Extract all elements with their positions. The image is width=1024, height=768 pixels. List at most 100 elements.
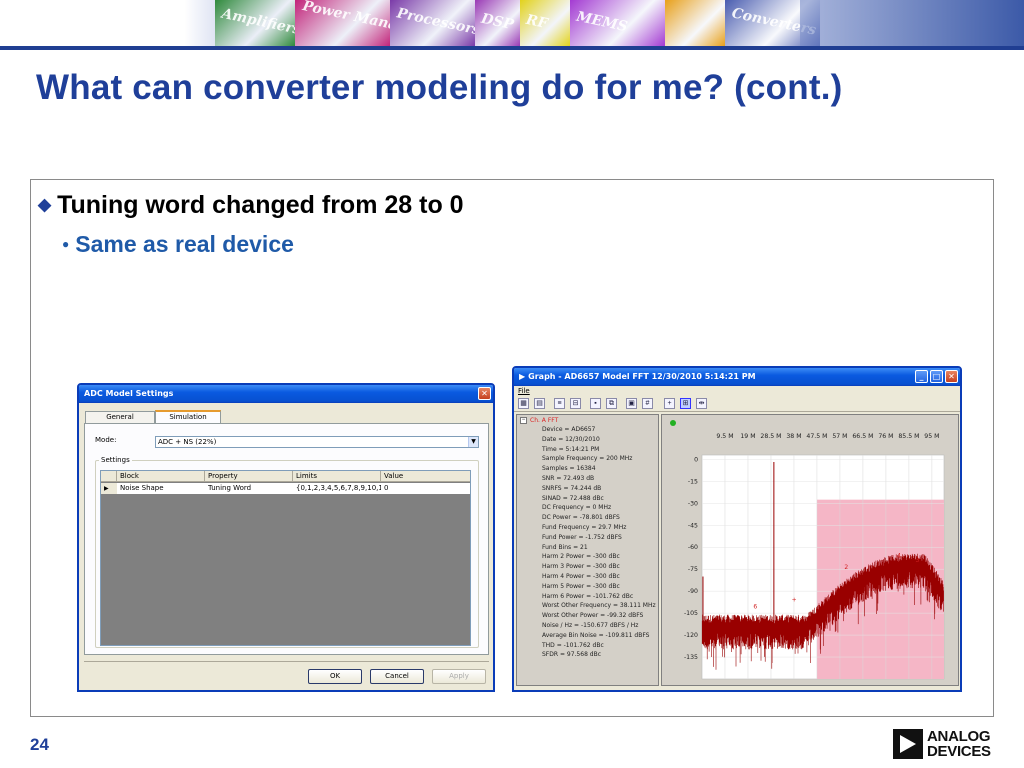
split-icon[interactable]: ⊟ bbox=[570, 398, 581, 409]
list-icon[interactable]: ≡ bbox=[554, 398, 565, 409]
graph-window-icon: ▶ bbox=[519, 372, 526, 381]
tree-item[interactable]: DC Power = -78.801 dBFS bbox=[542, 513, 620, 522]
grid-header: Block Property Limits Value bbox=[101, 471, 470, 482]
tree-item[interactable]: Fund Bins = 21 bbox=[542, 543, 588, 552]
dot-bullet-icon: ● bbox=[62, 237, 70, 251]
banner-tile: Processors bbox=[390, 0, 475, 46]
tree-item[interactable]: Worst Other Frequency = 38.111 MHz bbox=[542, 601, 656, 610]
ok-button[interactable]: OK bbox=[308, 669, 362, 684]
banner-rule bbox=[0, 46, 1024, 50]
x-tick-label: 47.5 M bbox=[806, 433, 827, 440]
cell-value[interactable]: 0 bbox=[381, 483, 472, 494]
tree-item[interactable]: SINAD = 72.488 dBc bbox=[542, 494, 604, 503]
slide-title: What can converter modeling do for me? (… bbox=[36, 68, 843, 107]
settings-grid: Block Property Limits Value ▶ Noise Shap… bbox=[100, 470, 471, 646]
logo-mark-icon bbox=[893, 729, 923, 759]
mode-select[interactable]: ADC + NS (22%) ▼ bbox=[155, 436, 479, 448]
tree-item[interactable]: Noise / Hz = -150.677 dBFS / Hz bbox=[542, 621, 638, 630]
harmonic-marker: + bbox=[792, 596, 797, 603]
harmonic-marker: 6 bbox=[753, 604, 757, 611]
mode-label: Mode: bbox=[95, 436, 117, 444]
menu-file[interactable]: File bbox=[518, 387, 530, 395]
graph-window-titlebar[interactable]: ▶ Graph - AD6657 Model FFT 12/30/2010 5:1… bbox=[514, 368, 960, 386]
analog-devices-logo: ANALOG DEVICES bbox=[893, 729, 997, 761]
close-icon[interactable]: ✕ bbox=[478, 387, 491, 400]
column-header-property[interactable]: Property bbox=[205, 471, 293, 482]
column-header-limits[interactable]: Limits bbox=[293, 471, 381, 482]
tree-item[interactable]: Harm 5 Power = -300 dBc bbox=[542, 582, 620, 591]
graph-window-title: Graph - AD6657 Model FFT 12/30/2010 5:14… bbox=[528, 372, 756, 381]
close-icon[interactable]: ✕ bbox=[945, 370, 958, 383]
grid-header-marker bbox=[101, 471, 117, 482]
chevron-down-icon[interactable]: ▼ bbox=[468, 437, 478, 447]
adc-window-titlebar[interactable]: ADC Model Settings ✕ bbox=[79, 385, 493, 403]
cell-limits[interactable]: {0,1,2,3,4,5,6,7,8,9,10,1 bbox=[293, 483, 381, 494]
tree-item[interactable]: Harm 4 Power = -300 dBc bbox=[542, 572, 620, 581]
banner-tile: Amplifiers bbox=[215, 0, 295, 46]
tree-item[interactable]: SFDR = 97.568 dBc bbox=[542, 650, 601, 659]
column-header-value[interactable]: Value bbox=[381, 471, 472, 482]
table-icon[interactable]: ▤ bbox=[534, 398, 545, 409]
tree-item[interactable]: Average Bin Noise = -109.811 dBFS bbox=[542, 631, 650, 640]
collapse-icon[interactable]: − bbox=[520, 417, 527, 424]
y-tick-label: -120 bbox=[684, 632, 698, 639]
tree-item[interactable]: Fund Frequency = 29.7 MHz bbox=[542, 523, 626, 532]
cursor-icon[interactable]: + bbox=[664, 398, 675, 409]
y-tick-label: -75 bbox=[688, 566, 698, 573]
table-row[interactable]: ▶ Noise Shape Tuning Word {0,1,2,3,4,5,6… bbox=[101, 483, 470, 494]
tree-item[interactable]: THD = -101.762 dBc bbox=[542, 641, 604, 650]
logo-line-2: DEVICES bbox=[927, 743, 991, 760]
banner-tile-label: RF bbox=[524, 11, 550, 33]
banner-tile-label: Processors bbox=[395, 5, 475, 39]
save-icon[interactable]: ▪ bbox=[590, 398, 601, 409]
tree-item[interactable]: SNR = 72.493 dB bbox=[542, 474, 594, 483]
tree-item[interactable]: Worst Other Power = -99.32 dBFS bbox=[542, 611, 643, 620]
y-tick-label: -15 bbox=[688, 478, 698, 485]
fft-plot-panel: 9.5 M 19 M 28.5 M 38 M 47.5 M 57 M 66.5 M 76 M 8… bbox=[661, 414, 959, 686]
banner-fade bbox=[800, 0, 1024, 46]
diamond-bullet-icon: ◆ bbox=[38, 195, 52, 214]
tree-item[interactable]: Harm 6 Power = -101.762 dBc bbox=[542, 592, 633, 601]
copy-icon[interactable]: ⧉ bbox=[606, 398, 617, 409]
tree-item[interactable]: Samples = 16384 bbox=[542, 464, 596, 473]
tree-item[interactable]: Time = 5:14:21 PM bbox=[542, 445, 599, 454]
banner-tile bbox=[665, 0, 725, 46]
chart-icon[interactable]: ▦ bbox=[518, 398, 529, 409]
x-tick-label: 85.5 M bbox=[898, 433, 919, 440]
tree-item[interactable]: SNRFS = 74.244 dB bbox=[542, 484, 601, 493]
tree-item[interactable]: Date = 12/30/2010 bbox=[542, 435, 600, 444]
x-tick-label: 28.5 M bbox=[760, 433, 781, 440]
tab-simulation[interactable]: Simulation bbox=[155, 410, 221, 423]
cell-property[interactable]: Tuning Word bbox=[205, 483, 293, 494]
results-tree: − Ch. A FFT Device = AD6657 Date = 12/30/… bbox=[516, 414, 659, 686]
logo-line-1: ANALOG bbox=[927, 728, 991, 745]
maximize-icon[interactable]: □ bbox=[930, 370, 943, 383]
x-tick-label: 76 M bbox=[878, 433, 893, 440]
bullet-1-text: Tuning word changed from 28 to 0 bbox=[57, 191, 464, 219]
header-banner: Converters MEMS RF DSP Processors Power Manag… bbox=[0, 0, 1024, 50]
bullet-level-1: ◆ Tuning word changed from 28 to 0 bbox=[38, 191, 464, 220]
tree-item[interactable]: DC Frequency = 0 MHz bbox=[542, 503, 611, 512]
cancel-button[interactable]: Cancel bbox=[370, 669, 424, 684]
tree-item[interactable]: Harm 3 Power = -300 dBc bbox=[542, 562, 620, 571]
zoom-x-icon[interactable]: ⇹ bbox=[696, 398, 707, 409]
page-number: 24 bbox=[30, 735, 49, 754]
grid-icon[interactable]: # bbox=[642, 398, 653, 409]
minimize-icon[interactable]: _ bbox=[915, 370, 928, 383]
apply-button[interactable]: Apply bbox=[432, 669, 486, 684]
fft-plot: 9.5 M 19 M 28.5 M 38 M 47.5 M 57 M 66.5 M 76 M 8… bbox=[670, 420, 945, 680]
tab-general[interactable]: General bbox=[85, 411, 155, 423]
column-header-block[interactable]: Block bbox=[117, 471, 205, 482]
tree-item[interactable]: Sample Frequency = 200 MHz bbox=[542, 454, 632, 463]
adc-window-title: ADC Model Settings bbox=[84, 389, 174, 398]
zoom-box-icon[interactable]: ⊞ bbox=[680, 398, 691, 409]
tree-root[interactable]: Ch. A FFT bbox=[530, 416, 558, 425]
tree-item[interactable]: Fund Power = -1.752 dBFS bbox=[542, 533, 622, 542]
y-tick-label: -135 bbox=[684, 654, 698, 661]
tree-item[interactable]: Device = AD6657 bbox=[542, 425, 595, 434]
tree-item[interactable]: Harm 2 Power = -300 dBc bbox=[542, 552, 620, 561]
dialog-separator bbox=[84, 661, 489, 662]
note-icon[interactable]: ▣ bbox=[626, 398, 637, 409]
mode-select-value: ADC + NS (22%) bbox=[158, 438, 217, 446]
cell-block[interactable]: Noise Shape bbox=[117, 483, 205, 494]
